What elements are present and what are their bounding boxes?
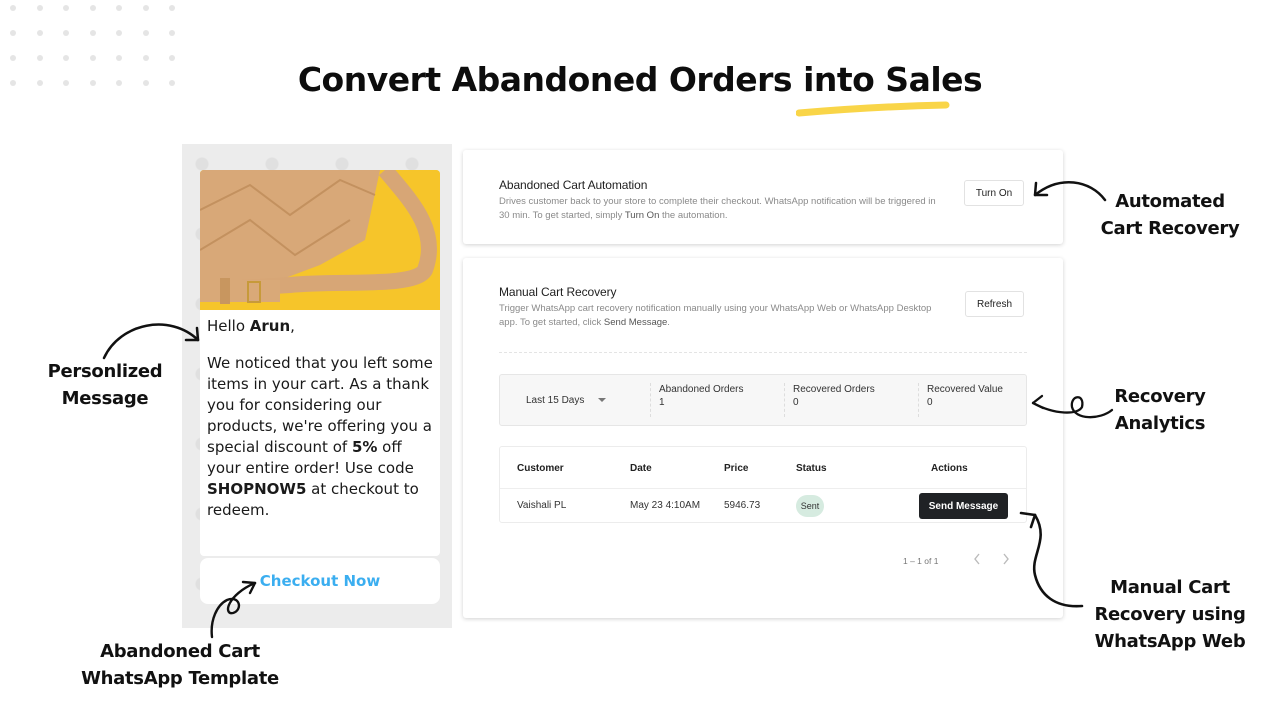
manual-desc-text: Trigger WhatsApp cart recovery notificat… xyxy=(499,303,932,328)
title-underline xyxy=(796,101,950,117)
automation-desc-end: the automation. xyxy=(659,210,728,221)
next-page-button[interactable] xyxy=(999,552,1013,566)
metric-label: Abandoned Orders xyxy=(659,384,744,395)
callout-line: WhatsApp Template xyxy=(81,668,279,689)
callout-line: Message xyxy=(61,388,149,409)
recovery-analytics-bar: Last 15 Days Abandoned Orders 1 Recovere… xyxy=(499,374,1027,426)
discount-value: 5% xyxy=(351,438,378,456)
manual-description: Trigger WhatsApp cart recovery notificat… xyxy=(499,302,939,330)
manual-desc-end: . xyxy=(667,317,670,328)
callout-line: Automated xyxy=(1115,191,1225,212)
personalized-message: Hello Arun, We noticed that you left som… xyxy=(207,316,435,537)
metric-recovered-value: Recovered Value 0 xyxy=(918,383,1003,417)
callout-line: Abandoned Cart xyxy=(100,641,260,662)
turn-on-button[interactable]: Turn On xyxy=(964,180,1024,206)
column-header-actions: Actions xyxy=(931,463,968,474)
callout-line: Recovery using xyxy=(1094,604,1246,625)
cell-date: May 23 4:10AM xyxy=(630,500,701,511)
callout-line: Manual Cart xyxy=(1110,577,1230,598)
header-divider xyxy=(500,488,1026,489)
callout-automated-cart-recovery: Automated Cart Recovery xyxy=(1090,188,1250,242)
metric-value: 0 xyxy=(793,397,799,408)
arrow-icon xyxy=(1033,181,1107,202)
product-image xyxy=(200,170,440,310)
previous-page-button[interactable] xyxy=(970,552,984,566)
whatsapp-template-preview: Hello Arun, We noticed that you left som… xyxy=(182,144,452,628)
chevron-right-icon xyxy=(1003,553,1009,565)
callout-line: WhatsApp Web xyxy=(1094,631,1246,652)
cell-customer: Vaishali PL xyxy=(517,500,567,511)
column-header-status: Status xyxy=(796,463,827,474)
manual-title: Manual Cart Recovery xyxy=(499,285,617,299)
chevron-left-icon xyxy=(974,553,980,565)
arrow-icon xyxy=(1031,394,1114,419)
column-header-customer: Customer xyxy=(517,463,564,474)
date-range-value: Last 15 Days xyxy=(526,394,585,406)
handbag-illustration xyxy=(200,170,440,310)
refresh-button[interactable]: Refresh xyxy=(965,291,1024,317)
arrow-icon xyxy=(210,580,257,639)
callout-personalized-message: Personlized Message xyxy=(35,358,175,412)
cell-price: 5946.73 xyxy=(724,500,761,511)
greeting-punctuation: , xyxy=(290,317,295,335)
metric-value: 1 xyxy=(659,397,665,408)
manual-desc-emphasis: Send Message xyxy=(603,317,668,328)
automation-description: Drives customer back to your store to co… xyxy=(499,195,939,223)
abandoned-orders-table: Customer Date Price Status Actions Vaish… xyxy=(499,446,1027,523)
callout-manual-cart-recovery: Manual Cart Recovery using WhatsApp Web xyxy=(1090,574,1250,655)
coupon-code: SHOPNOW5 xyxy=(207,480,307,498)
metric-value: 0 xyxy=(927,397,933,408)
automation-title: Abandoned Cart Automation xyxy=(499,178,648,192)
page-title: Convert Abandoned Orders into Sales xyxy=(297,60,983,99)
section-divider xyxy=(499,352,1027,353)
date-range-select[interactable]: Last 15 Days xyxy=(500,375,650,425)
column-header-date: Date xyxy=(630,463,652,474)
pagination-range: 1 – 1 of 1 xyxy=(903,556,939,566)
callout-line: Cart Recovery xyxy=(1100,218,1240,239)
manual-cart-recovery-card: Manual Cart Recovery Trigger WhatsApp ca… xyxy=(463,258,1063,618)
automation-desc-emphasis: Turn On xyxy=(624,210,660,221)
metric-label: Recovered Value xyxy=(927,384,1003,395)
status-badge: Sent xyxy=(796,495,824,517)
arrow-icon xyxy=(102,323,200,360)
arrow-icon xyxy=(1019,511,1084,608)
metric-recovered-orders: Recovered Orders 0 xyxy=(784,383,875,417)
send-message-button[interactable]: Send Message xyxy=(919,493,1008,519)
message-bubble: Hello Arun, We noticed that you left som… xyxy=(200,170,440,556)
metric-abandoned-orders: Abandoned Orders 1 xyxy=(650,383,744,417)
column-header-price: Price xyxy=(724,463,749,474)
abandoned-cart-automation-card: Abandoned Cart Automation Drives custome… xyxy=(463,150,1063,244)
customer-name: Arun xyxy=(249,317,291,335)
metric-label: Recovered Orders xyxy=(793,384,875,395)
greeting-text: Hello xyxy=(207,317,250,335)
callout-whatsapp-template: Abandoned Cart WhatsApp Template xyxy=(75,638,285,692)
caret-down-icon xyxy=(598,398,607,402)
